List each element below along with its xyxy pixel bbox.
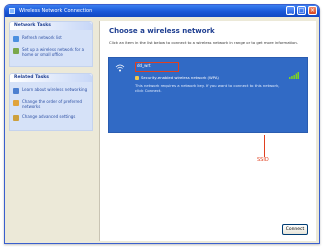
page-description: Click an item in the list below to conne… — [109, 40, 299, 45]
setup-wireless-network-link[interactable]: Set up a wireless network for a home or … — [13, 47, 89, 57]
lock-icon — [135, 75, 139, 80]
annotation-label: SSID — [257, 157, 269, 163]
close-button[interactable]: × — [308, 6, 317, 15]
connect-button[interactable]: Connect — [282, 224, 308, 235]
change-order-link[interactable]: Change the order of preferred networks — [13, 99, 89, 109]
learn-wireless-link[interactable]: Learn about wireless networking — [13, 87, 89, 94]
page-title: Choose a wireless network — [109, 27, 215, 35]
network-ssid: dd_wrt — [137, 63, 151, 68]
learn-icon — [13, 88, 19, 94]
wireless-network-icon — [115, 64, 125, 72]
advanced-icon — [13, 115, 19, 121]
related-tasks-panel: Related Tasks Learn about wireless netwo… — [9, 73, 93, 131]
window-title: Wireless Network Connection — [19, 8, 93, 14]
refresh-network-list-link[interactable]: Refresh network list — [13, 35, 89, 42]
network-list-item[interactable]: dd_wrt Security-enabled wireless network… — [108, 57, 308, 133]
task-sidebar: Network Tasks Refresh network list Set u… — [9, 21, 93, 241]
network-description: This network requires a network key. If … — [135, 83, 280, 93]
network-tasks-panel: Network Tasks Refresh network list Set u… — [9, 21, 93, 67]
refresh-icon — [13, 36, 19, 42]
signal-strength-icon — [289, 72, 299, 79]
task-label: Refresh network list — [22, 35, 62, 40]
setup-icon — [13, 48, 19, 54]
wireless-connection-window: Wireless Network Connection _ □ × Networ… — [4, 4, 320, 244]
advanced-settings-link[interactable]: Change advanced settings — [13, 114, 89, 121]
task-label: Change the order of preferred networks — [22, 99, 83, 109]
annotation-arrow — [264, 135, 265, 157]
main-panel: Choose a wireless network Click an item … — [99, 21, 316, 241]
maximize-button[interactable]: □ — [297, 6, 306, 15]
wireless-app-icon — [9, 8, 15, 14]
order-icon — [13, 100, 19, 106]
related-tasks-header[interactable]: Related Tasks — [10, 74, 92, 82]
title-bar[interactable]: Wireless Network Connection _ □ × — [5, 5, 319, 17]
task-label: Change advanced settings — [22, 114, 76, 119]
network-list[interactable]: dd_wrt Security-enabled wireless network… — [108, 57, 308, 137]
network-tasks-header[interactable]: Network Tasks — [10, 22, 92, 30]
task-label: Set up a wireless network for a home or … — [22, 47, 85, 57]
network-security: Security-enabled wireless network (WPA) — [141, 75, 219, 80]
minimize-button[interactable]: _ — [286, 6, 295, 15]
task-label: Learn about wireless networking — [22, 87, 88, 92]
